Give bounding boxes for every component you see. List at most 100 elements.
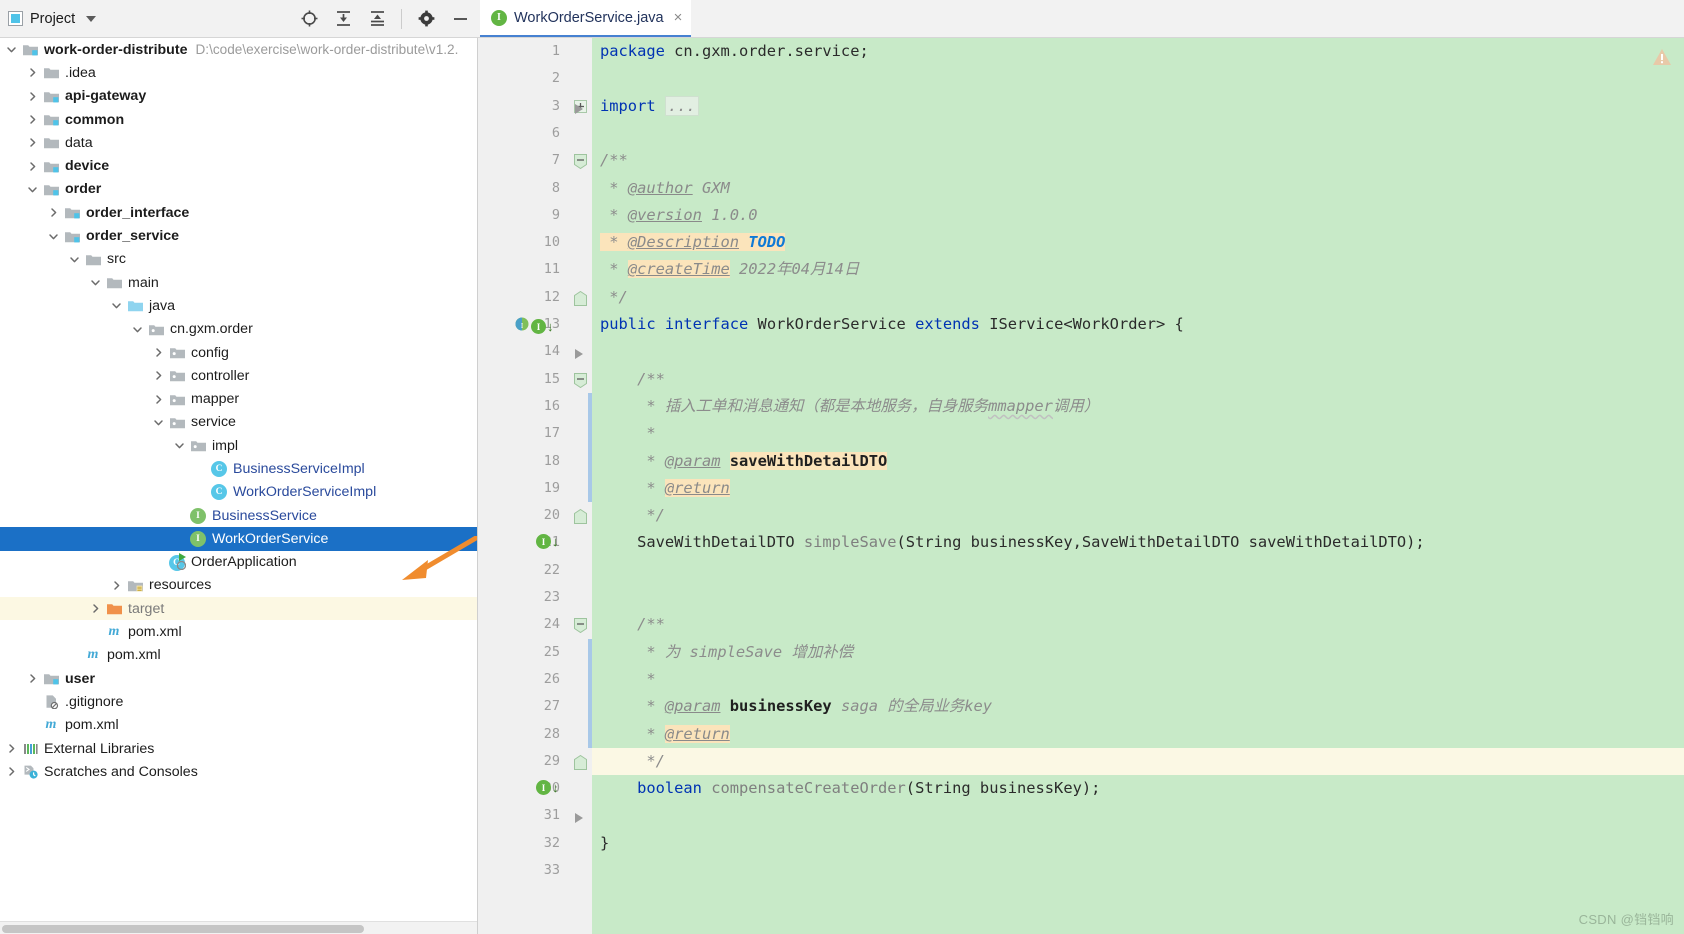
chevron-down-icon[interactable] [25,184,40,195]
code-line[interactable]: /** [592,147,1684,174]
code-line[interactable]: public interface WorkOrderService extend… [592,311,1684,338]
code-line[interactable]: * 为 simpleSave 增加补偿 [592,639,1684,666]
code-line[interactable]: * @author GXM [592,175,1684,202]
tree-item-user[interactable]: user [0,667,477,690]
tree-item-impl[interactable]: impl [0,434,477,457]
chevron-down-icon[interactable] [4,44,19,55]
warning-triangle-icon[interactable] [1652,48,1672,66]
code-line[interactable]: * @return [592,721,1684,748]
tree-item-device[interactable]: device [0,154,477,177]
tree-item-order-service[interactable]: order_service [0,224,477,247]
chevron-down-icon[interactable] [151,417,166,428]
close-icon[interactable]: × [674,10,683,25]
tree-item-orderapplication[interactable]: C OrderApplication [0,551,477,574]
tree-item-workorderservice[interactable]: I WorkOrderService [0,527,477,551]
code-line[interactable]: * @param saveWithDetailDTO [592,448,1684,475]
tree-item-order[interactable]: order [0,178,477,201]
tree-item-target[interactable]: target [0,597,477,621]
tree-item-service[interactable]: service [0,411,477,434]
tree-item-workorderserviceimpl[interactable]: C WorkOrderServiceImpl [0,481,477,504]
tree-horizontal-scrollbar[interactable] [0,921,477,934]
interface-impl-icon[interactable]: I ↓ [536,780,559,796]
editor-vertical-scrollbar[interactable] [1672,38,1684,934]
tree-item-businessserviceimpl[interactable]: C BusinessServiceImpl [0,457,477,480]
project-panel-title-group[interactable]: Project [8,11,97,27]
tree-scrollbar-thumb[interactable] [2,925,364,933]
code-line[interactable] [592,65,1684,92]
fold-end-icon[interactable] [574,290,587,306]
tree-item-java[interactable]: java [0,294,477,317]
tree-item-src[interactable]: src [0,248,477,271]
expand-triangle-icon[interactable] [573,347,585,360]
code-line[interactable]: } [592,830,1684,857]
gutter-marker-group[interactable]: I ↓ [536,534,559,550]
chevron-down-icon[interactable] [130,324,145,335]
tree-item-mapper[interactable]: mapper [0,387,477,410]
code-line[interactable] [592,802,1684,829]
code-line[interactable]: package cn.gxm.order.service; [592,38,1684,65]
interface-impl-icon[interactable]: I ↓ [531,319,554,334]
chevron-down-icon[interactable] [88,277,103,288]
tree-item-config[interactable]: config [0,341,477,364]
tree-item-work-order-distribute[interactable]: work-order-distribute D:\code\exercise\wo… [0,38,477,61]
code-line[interactable] [592,120,1684,147]
tree-item-pom-xml[interactable]: m pom.xml [0,714,477,737]
chevron-right-icon[interactable] [25,137,40,148]
chevron-right-icon[interactable] [25,673,40,684]
editor-gutter[interactable]: 1 2 3 6 7 8 9 10 11 12 13 14 15 16 17 18 19 20 21 22 23 24 25 2… [478,38,570,934]
chevron-right-icon[interactable] [151,370,166,381]
expand-triangle-icon[interactable] [573,102,585,114]
code-line[interactable]: /** [592,611,1684,638]
expand-triangle-icon[interactable] [573,811,585,824]
tree-item-pom-xml[interactable]: m pom.xml [0,644,477,667]
tree-item-businessservice[interactable]: I BusinessService [0,504,477,527]
expand-all-icon[interactable] [333,9,353,29]
code-line[interactable] [592,338,1684,365]
code-line[interactable]: */ [592,284,1684,311]
chevron-right-icon[interactable] [25,161,40,172]
chevron-down-icon[interactable] [67,254,82,265]
editor-tab-workorderservice[interactable]: I WorkOrderService.java × [480,0,692,37]
tree-item-main[interactable]: main [0,271,477,294]
tree-item-scratches-and-consoles[interactable]: Scratches and Consoles [0,760,477,783]
code-line[interactable]: * @return [592,475,1684,502]
code-line[interactable] [592,557,1684,584]
chevron-right-icon[interactable] [88,603,103,614]
chevron-right-icon[interactable] [25,114,40,125]
code-line[interactable]: * @version 1.0.0 [592,202,1684,229]
fold-end-icon[interactable] [574,509,587,525]
code-line[interactable]: import ... [592,93,1684,120]
tree-item-common[interactable]: common [0,108,477,131]
chevron-right-icon[interactable] [25,67,40,78]
chevron-right-icon[interactable] [4,766,19,777]
tree-item-pom-xml[interactable]: m pom.xml [0,620,477,643]
chevron-down-icon[interactable] [109,300,124,311]
chevron-right-icon[interactable] [25,91,40,102]
interface-impl-icon[interactable]: I ↓ [536,534,559,550]
code-line[interactable]: * @Description TODO [592,229,1684,256]
tree-item-external-libraries[interactable]: External Libraries [0,737,477,760]
code-line[interactable]: * @createTime 2022年04月14日 [592,256,1684,283]
code-line[interactable]: */ [592,747,1684,776]
implemented-icon[interactable]: I [514,316,530,337]
code-line[interactable]: */ [592,502,1684,529]
chevron-right-icon[interactable] [46,207,61,218]
chevron-down-icon[interactable] [172,440,187,451]
fold-end-icon[interactable] [574,754,587,770]
gutter-marker-group[interactable]: I ↓ [536,780,559,796]
tree-item-api-gateway[interactable]: api-gateway [0,85,477,108]
fold-collapse-icon[interactable] [574,154,587,170]
code-line[interactable]: * @param businessKey saga 的全局业务key [592,693,1684,720]
tree-item-data[interactable]: data [0,131,477,154]
chevron-right-icon[interactable] [4,743,19,754]
locate-icon[interactable] [299,9,319,29]
code-line[interactable] [592,584,1684,611]
chevron-right-icon[interactable] [151,394,166,405]
code-line[interactable]: * 插入工单和消息通知（都是本地服务，自身服务mmapper调用） [592,393,1684,420]
tree-item-order-interface[interactable]: order_interface [0,201,477,224]
tree-item-controller[interactable]: controller [0,364,477,387]
editor-code-area[interactable]: package cn.gxm.order.service; import ... /… [592,38,1684,934]
chevron-right-icon[interactable] [151,347,166,358]
code-line[interactable]: /** [592,366,1684,393]
fold-collapse-icon[interactable] [574,618,587,634]
